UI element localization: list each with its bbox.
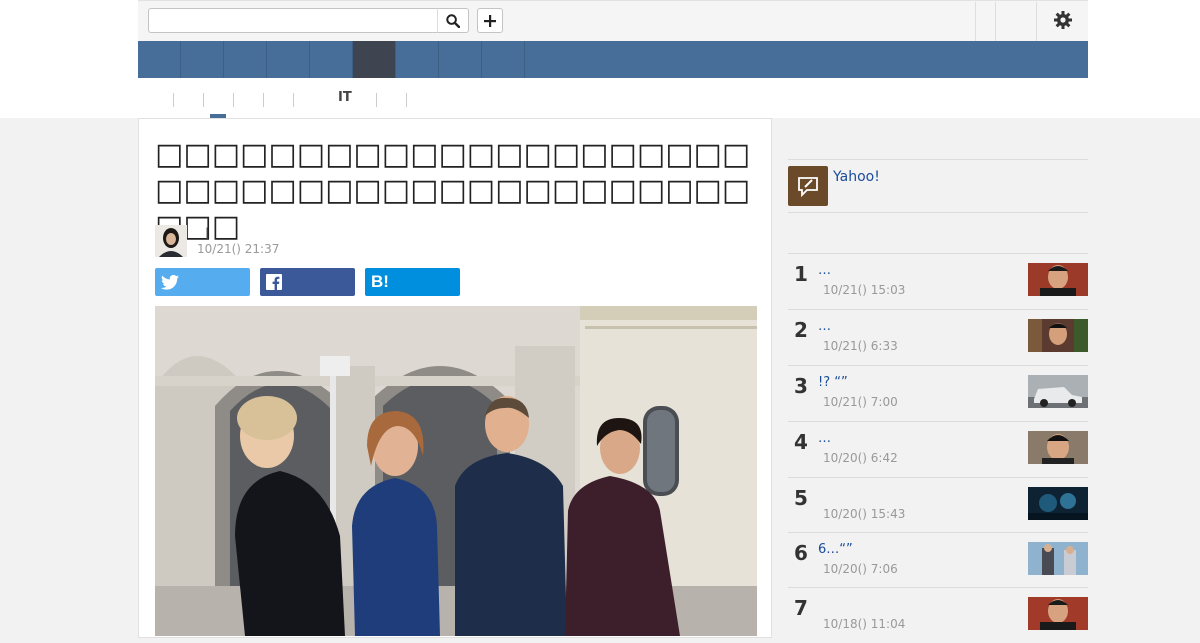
subtab-divider: [203, 93, 204, 107]
ranking-thumbnail[interactable]: [1028, 542, 1088, 575]
subtab-divider: [173, 93, 174, 107]
ranking-thumbnail[interactable]: [1028, 597, 1088, 630]
article-title: □□□□□□□□□□□□□□□□□□□□□□□□□□□□□□□□□□□□□□□□…: [155, 137, 751, 244]
ranking-item[interactable]: 4 … 10/20() 6:42: [788, 421, 1088, 477]
ranking-item[interactable]: 5 10/20() 15:43: [788, 477, 1088, 533]
yahoo-link[interactable]: Yahoo!: [833, 169, 880, 185]
ranking-date: 10/21() 6:33: [823, 339, 898, 353]
subtab-label: IT: [338, 90, 352, 105]
plus-icon: [484, 14, 496, 27]
article-date: 10/21() 21:37: [197, 242, 280, 256]
ranking-item[interactable]: 7 10/18() 11:04: [788, 587, 1088, 643]
search-icon: [446, 13, 460, 28]
ranking-date: 10/20() 15:43: [823, 507, 906, 521]
ranking-date: 10/21() 7:00: [823, 395, 898, 409]
nav-item[interactable]: [396, 41, 439, 78]
sidebar-divider: [788, 212, 1088, 213]
nav-item[interactable]: [482, 41, 525, 78]
ranking-thumbnail[interactable]: [1028, 263, 1088, 296]
thumbnail-image: [1028, 319, 1088, 352]
ranking-thumbnail[interactable]: [1028, 375, 1088, 408]
sub-category-tabs: IT: [138, 80, 1088, 118]
gear-icon: [1054, 11, 1072, 29]
subtab-it[interactable]: IT: [302, 91, 352, 105]
ranking-title[interactable]: …: [818, 431, 831, 446]
twitter-icon: [161, 274, 179, 290]
author-separator: |: [205, 226, 210, 240]
ranking-title[interactable]: …: [818, 319, 831, 334]
ranking-item[interactable]: 1 … 10/21() 15:03: [788, 253, 1088, 309]
yahoo-icon[interactable]: [788, 166, 828, 206]
ranking-thumbnail[interactable]: [1028, 487, 1088, 520]
ranking-number: 4: [794, 430, 808, 454]
ranking-title[interactable]: 6…“”: [818, 542, 853, 557]
facebook-icon: [266, 274, 282, 290]
nav-item[interactable]: [310, 41, 353, 78]
thumbnail-image: [1028, 487, 1088, 520]
toolbar-divider: [975, 2, 976, 41]
thumbnail-image: [1028, 597, 1088, 630]
nav-item[interactable]: [138, 41, 181, 78]
ranking-item[interactable]: 3 !? “” 10/21() 7:00: [788, 365, 1088, 421]
search-input[interactable]: [148, 8, 438, 33]
ranking-date: 10/20() 6:42: [823, 451, 898, 465]
ranking-date: 10/20() 7:06: [823, 562, 898, 576]
subtab-divider: [376, 93, 377, 107]
ranking-date: 10/21() 15:03: [823, 283, 906, 297]
hatena-bookmark-button[interactable]: B!: [365, 268, 460, 296]
thumbnail-image: [1028, 263, 1088, 296]
nav-item[interactable]: [439, 41, 482, 78]
article-panel: □□□□□□□□□□□□□□□□□□□□□□□□□□□□□□□□□□□□□□□□…: [138, 118, 772, 638]
toolbar-divider: [1036, 2, 1037, 41]
ranking-number: 1: [794, 262, 808, 286]
photo-four-people: [155, 306, 757, 636]
twitter-share-button[interactable]: [155, 268, 250, 296]
subtab-divider: [293, 93, 294, 107]
nav-item-active[interactable]: [353, 41, 396, 78]
ranking-number: 5: [794, 486, 808, 510]
facebook-share-button[interactable]: [260, 268, 355, 296]
ranking-number: 6: [794, 541, 808, 565]
thumbnail-image: [1028, 431, 1088, 464]
ranking-title[interactable]: …: [818, 263, 831, 278]
ranking-title[interactable]: !? “”: [818, 375, 848, 390]
subtab-divider: [233, 93, 234, 107]
thumbnail-image: [1028, 375, 1088, 408]
hatena-bookmark-label: B!: [371, 272, 389, 291]
ranking-thumbnail[interactable]: [1028, 319, 1088, 352]
settings-button[interactable]: [1052, 9, 1074, 31]
author-photo: [155, 225, 187, 257]
comment-pen-icon: [798, 177, 818, 197]
nav-item[interactable]: [224, 41, 267, 78]
ranking-thumbnail[interactable]: [1028, 431, 1088, 464]
article-photo[interactable]: [155, 306, 757, 636]
toolbar-divider: [995, 2, 996, 41]
thumbnail-image: [1028, 542, 1088, 575]
sidebar: Yahoo! 1 … 10/21() 15:03 2 … 10/21() 6:3…: [772, 118, 1088, 638]
subtab-divider: [406, 93, 407, 107]
subtab-divider: [263, 93, 264, 107]
ranking-number: 2: [794, 318, 808, 342]
search-button[interactable]: [437, 8, 469, 33]
ranking-number: 7: [794, 596, 808, 620]
nav-item[interactable]: [267, 41, 310, 78]
category-nav: [138, 41, 1088, 78]
ranking-date: 10/18() 11:04: [823, 617, 906, 631]
author-avatar[interactable]: [155, 225, 187, 257]
nav-item[interactable]: [181, 41, 224, 78]
sidebar-divider: [788, 159, 1088, 160]
ranking-number: 3: [794, 374, 808, 398]
ranking-item[interactable]: 6 6…“” 10/20() 7:06: [788, 532, 1088, 588]
add-button[interactable]: [477, 8, 503, 33]
ranking-item[interactable]: 2 … 10/21() 6:33: [788, 309, 1088, 365]
